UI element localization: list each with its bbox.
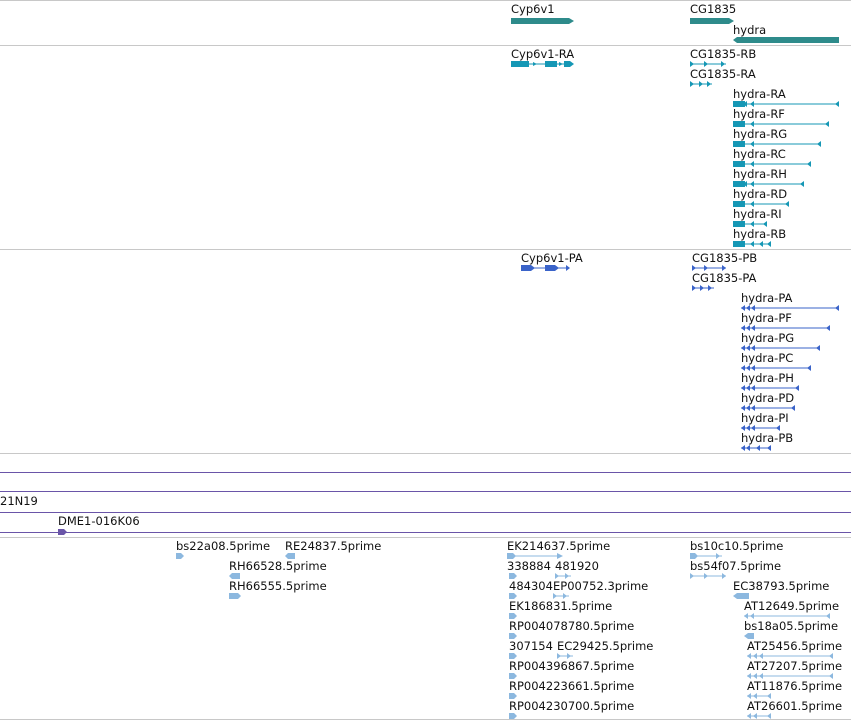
est-feature[interactable]: AT26601.5prime — [747, 700, 851, 720]
protein-feature[interactable]: hydra-PD — [741, 392, 811, 412]
transcript-feature[interactable]: hydra-RI — [733, 208, 803, 228]
est-feature[interactable]: 307154 — [509, 640, 559, 660]
est-feature[interactable]: bs10c10.5prime — [690, 540, 800, 560]
est-feature[interactable]: AT27207.5prime — [747, 660, 851, 680]
est-feature[interactable]: RH66555.5prime — [229, 580, 334, 600]
est-arrow-icon — [690, 573, 726, 579]
protein-feature[interactable]: CG1835-PA — [692, 272, 762, 292]
est-label: bs18a05.5prime — [744, 619, 839, 633]
protein-feature[interactable]: hydra-PB — [741, 432, 811, 452]
est-feature[interactable]: 484304 — [509, 580, 559, 600]
gene-bar-right-icon — [511, 18, 574, 24]
est-label: RP004078780.5prime — [509, 619, 635, 633]
est-feature[interactable]: RP004230700.5prime — [509, 700, 649, 720]
protein-model-icon — [692, 285, 714, 291]
est-feature[interactable]: EC29425.5prime — [557, 640, 667, 660]
transcript-model-icon — [733, 241, 771, 247]
est-feature[interactable]: bs54f07.5prime — [690, 560, 800, 580]
gene-feature-cyp6v1[interactable]: Cyp6v1 — [511, 3, 581, 25]
clone-label[interactable]: 21N19 — [0, 495, 38, 508]
est-feature[interactable]: RH66528.5prime — [229, 560, 334, 580]
protein-feature[interactable]: CG1835-PB — [692, 252, 762, 272]
clone-feature[interactable]: DME1-016K06 — [58, 515, 178, 537]
est-label: RP004223661.5prime — [509, 679, 635, 693]
track-separator — [0, 537, 851, 538]
est-feature[interactable]: 481920 — [555, 560, 605, 580]
clone-line — [0, 512, 851, 513]
transcript-feature[interactable]: CG1835-RB — [690, 48, 760, 68]
transcript-model-icon — [511, 61, 574, 67]
est-arrow-icon — [176, 553, 184, 559]
est-feature[interactable]: RE24837.5prime — [285, 540, 390, 560]
est-label: RP004230700.5prime — [509, 699, 635, 713]
est-feature[interactable]: RP004223661.5prime — [509, 680, 649, 700]
transcript-feature[interactable]: hydra-RF — [733, 108, 833, 128]
gene-bar-left-icon — [733, 37, 839, 43]
est-arrow-icon — [229, 593, 241, 599]
est-feature[interactable]: 338884 — [507, 560, 557, 580]
clone-label: DME1-016K06 — [58, 514, 140, 528]
est-feature[interactable]: AT12649.5prime — [744, 600, 850, 620]
protein-feature[interactable]: hydra-PH — [741, 372, 811, 392]
est-feature[interactable]: RP004396867.5prime — [509, 660, 649, 680]
protein-feature[interactable]: hydra-PC — [741, 352, 816, 372]
track-separator — [0, 45, 851, 46]
track-separator — [0, 249, 851, 250]
est-arrow-icon — [747, 713, 771, 719]
clone-line — [0, 472, 851, 473]
transcript-feature[interactable]: Cyp6v1-RA — [511, 48, 591, 68]
est-label: RE24837.5prime — [285, 539, 382, 553]
transcript-feature[interactable]: hydra-RG — [733, 128, 828, 148]
transcript-feature[interactable]: CG1835-RA — [690, 68, 760, 88]
est-label: RP004396867.5prime — [509, 659, 635, 673]
track-separator — [0, 719, 851, 720]
protein-model-icon — [521, 265, 570, 271]
est-label: RH66555.5prime — [229, 579, 327, 593]
est-feature[interactable]: RP004078780.5prime — [509, 620, 649, 640]
transcript-feature[interactable]: hydra-RC — [733, 148, 818, 168]
track-separator — [0, 0, 851, 1]
clone-start-icon — [58, 529, 67, 535]
transcript-feature[interactable]: hydra-RB — [733, 228, 803, 248]
est-feature[interactable]: EK186831.5prime — [509, 600, 624, 620]
est-feature[interactable]: EP00752.3prime — [553, 580, 663, 600]
est-feature[interactable]: bs22a08.5prime — [176, 540, 281, 560]
gene-label: CG1835 — [690, 2, 737, 16]
protein-feature[interactable]: hydra-PG — [741, 332, 826, 352]
est-label: RH66528.5prime — [229, 559, 327, 573]
gene-label: Cyp6v1 — [511, 2, 555, 16]
transcript-feature[interactable]: hydra-RA — [733, 88, 843, 108]
gene-feature-hydra[interactable]: hydra — [733, 24, 843, 44]
est-feature[interactable]: bs18a05.5prime — [744, 620, 850, 640]
transcript-feature[interactable]: hydra-RH — [733, 168, 813, 188]
est-feature[interactable]: EK214637.5prime — [507, 540, 622, 560]
est-label: EK186831.5prime — [509, 599, 613, 613]
transcript-model-icon — [690, 81, 712, 87]
est-feature[interactable]: AT11876.5prime — [747, 680, 851, 700]
clone-line — [0, 491, 851, 492]
est-label: bs22a08.5prime — [176, 539, 271, 553]
protein-feature[interactable]: hydra-PA — [741, 292, 846, 312]
est-arrow-icon — [509, 713, 517, 719]
gene-feature-cg1835[interactable]: CG1835 — [690, 3, 750, 25]
track-separator — [0, 453, 851, 454]
protein-feature[interactable]: Cyp6v1-PA — [521, 252, 601, 272]
est-feature[interactable]: EC38793.5prime — [733, 580, 843, 600]
transcript-feature[interactable]: hydra-RD — [733, 188, 803, 208]
est-feature[interactable]: AT25456.5prime — [747, 640, 851, 660]
protein-feature[interactable]: hydra-PF — [741, 312, 836, 332]
protein-model-icon — [741, 445, 771, 451]
protein-feature[interactable]: hydra-PI — [741, 412, 811, 432]
